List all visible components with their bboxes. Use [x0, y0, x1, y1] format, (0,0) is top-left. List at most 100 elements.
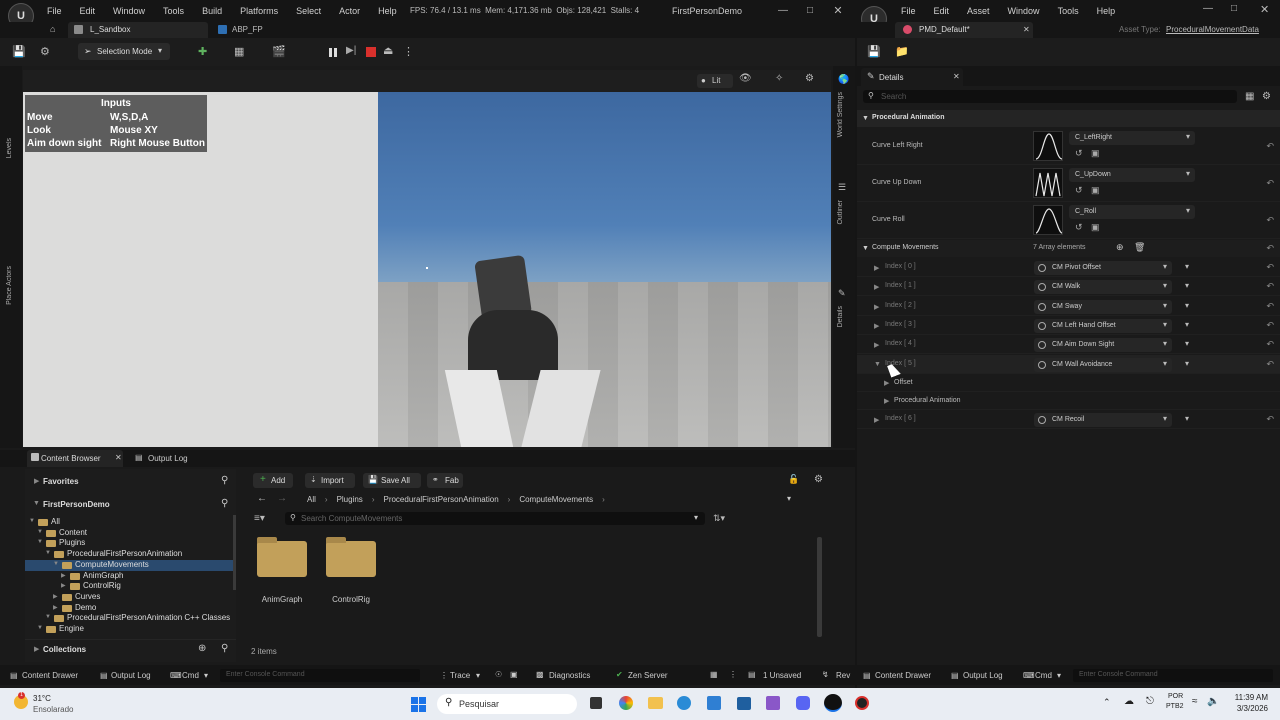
expand-arrow-icon[interactable]: ▼ — [45, 614, 51, 620]
content-drawer-button[interactable]: Content Drawer — [22, 671, 78, 680]
reset-icon[interactable]: ↶ — [1266, 243, 1274, 254]
movement-class-picker[interactable]: CM Left Hand Offset ▾ — [1034, 318, 1172, 333]
expand-arrow-icon[interactable]: ▼ — [37, 625, 43, 631]
trash-icon[interactable]: 🗑 — [1134, 242, 1145, 253]
visual-studio-icon[interactable] — [766, 696, 780, 710]
tree-folder-curves[interactable]: ▶ Curves — [25, 592, 236, 603]
content-search-input[interactable]: ⚲ Search ComputeMovements ▾ — [285, 512, 705, 525]
close-tab-icon[interactable]: ✕ — [115, 453, 122, 462]
settings-icon[interactable]: ⚙ — [1262, 91, 1271, 102]
reset-icon[interactable]: ↶ — [1266, 215, 1274, 226]
app-icon-copilot[interactable] — [619, 696, 633, 710]
breadcrumb-item[interactable]: ProceduralFirstPersonAnimation — [383, 495, 498, 504]
camera-icon[interactable]: ▣ — [510, 670, 518, 679]
zen-server-button[interactable]: Zen Server — [628, 671, 668, 680]
curve-thumbnail[interactable] — [1033, 205, 1063, 235]
tree-folder-proceduralfirstpersonanimation-c-classes[interactable]: ▼ ProceduralFirstPersonAnimation C++ Clas… — [25, 613, 236, 624]
close-tab-icon[interactable]: ✕ — [1023, 25, 1030, 34]
breadcrumb-item[interactable]: All — [307, 495, 316, 504]
expand-arrow-icon[interactable]: ▼ — [29, 518, 35, 524]
unreal-taskbar-icon[interactable] — [824, 694, 842, 712]
lock-icon[interactable]: 🔓 — [788, 474, 799, 485]
console-input[interactable]: Enter Console Command — [1073, 669, 1273, 682]
save-all-button[interactable]: 💾 Save All — [363, 473, 421, 488]
import-button[interactable]: ⇣ Import — [305, 473, 355, 488]
chevron-right-icon[interactable]: ▶ — [874, 341, 879, 349]
expand-arrow-icon[interactable]: ▶ — [61, 582, 66, 589]
forward-icon[interactable]: → — [277, 493, 287, 504]
tree-scrollbar[interactable] — [233, 515, 236, 590]
fab-button[interactable]: ⚭ Fab — [427, 473, 463, 488]
element-options-icon[interactable]: ▾ — [1185, 339, 1189, 348]
menu-platforms[interactable]: Platforms — [240, 6, 278, 16]
clock-time[interactable]: 11:39 AM — [1233, 693, 1268, 702]
add-collection-icon[interactable]: ⊕ — [198, 643, 206, 654]
stop-icon[interactable] — [366, 47, 376, 57]
array-element-0[interactable]: ▶ Index [ 0 ] CM Pivot Offset ▾ ▾ ↶ — [857, 258, 1280, 277]
menu-window[interactable]: Window — [113, 6, 145, 16]
menu-select[interactable]: Select — [296, 6, 321, 16]
more-options-icon[interactable]: ⋮ — [403, 45, 414, 58]
output-log-button[interactable]: Output Log — [111, 671, 151, 680]
tab-details[interactable]: ✎ Details ✕ — [861, 68, 963, 86]
movement-class-picker[interactable]: CM Recoil ▾ — [1034, 412, 1172, 427]
save-icon[interactable]: 💾 — [867, 45, 881, 58]
menu-edit[interactable]: Edit — [80, 6, 96, 16]
curve-thumbnail[interactable] — [1033, 168, 1063, 198]
browse-folder-icon[interactable]: ▣ — [1091, 222, 1100, 233]
array-element-1[interactable]: ▶ Index [ 1 ] CM Walk ▾ ▾ ↶ — [857, 277, 1280, 297]
eject-icon[interactable]: ⏏ — [383, 44, 393, 57]
use-selected-icon[interactable]: ↺ — [1075, 148, 1083, 159]
tree-folder-all[interactable]: ▼ All — [25, 517, 236, 528]
add-actor-icon[interactable]: ✚ — [198, 45, 207, 58]
back-icon[interactable]: ← — [257, 493, 267, 504]
browse-folder-icon[interactable]: ▣ — [1091, 148, 1100, 159]
array-element-4[interactable]: ▶ Index [ 4 ] CM Aim Down Sight ▾ ▾ ↶ — [857, 335, 1280, 355]
menu-help[interactable]: Help — [1097, 6, 1116, 16]
save-icon[interactable]: 💾 — [12, 45, 26, 58]
element-child-row[interactable]: ▶ Procedural Animation — [857, 392, 1280, 410]
close-tab-icon[interactable]: ✕ — [953, 72, 960, 81]
store-icon[interactable] — [737, 697, 751, 710]
movement-class-picker[interactable]: CM Pivot Offset ▾ — [1034, 261, 1172, 275]
expand-arrow-icon[interactable]: ▶ — [53, 593, 58, 600]
tree-folder-computemovements[interactable]: ▼ ComputeMovements — [25, 559, 236, 571]
movement-class-picker[interactable]: CM Sway ▾ — [1034, 299, 1172, 314]
sort-icon[interactable]: ⇅▾ — [713, 513, 725, 524]
output-log-button[interactable]: Output Log — [963, 671, 1003, 680]
details-search-input[interactable]: ⚲ Search — [863, 90, 1237, 103]
element-options-icon[interactable]: ▾ — [1185, 320, 1189, 329]
expand-arrow-icon[interactable]: ▼ — [45, 550, 51, 556]
tab-l-sandbox[interactable]: L_Sandbox — [68, 22, 208, 38]
reset-icon[interactable]: ↶ — [1266, 262, 1274, 273]
use-selected-icon[interactable]: ↺ — [1075, 222, 1083, 233]
tab-output-log[interactable]: ▤ Output Log — [135, 450, 205, 467]
windows-start-icon[interactable] — [411, 697, 426, 712]
browse-icon[interactable]: 📁 — [895, 45, 909, 58]
pause-icon[interactable] — [329, 48, 332, 57]
viewport[interactable]: ● Lit 👁 ✧ ⚙ Inputs Move W,S,D,A Look Mouse … — [23, 70, 831, 447]
menu-asset[interactable]: Asset — [967, 6, 990, 16]
chevron-down-icon[interactable]: ▾ — [787, 494, 791, 503]
unsaved-button[interactable]: 1 Unsaved — [763, 671, 801, 680]
language-primary[interactable]: POR — [1168, 693, 1183, 700]
element-options-icon[interactable]: ▾ — [1185, 359, 1189, 368]
menu-file[interactable]: File — [901, 6, 916, 16]
close-icon[interactable]: ✕ — [1260, 3, 1269, 16]
use-selected-icon[interactable]: ↺ — [1075, 185, 1083, 196]
blueprint-icon[interactable]: ▦ — [234, 45, 244, 58]
menu-actor[interactable]: Actor — [339, 6, 360, 16]
reset-icon[interactable]: ↶ — [1266, 339, 1274, 350]
snap-icon[interactable]: ✧ — [775, 73, 783, 84]
chevron-right-icon[interactable]: ▶ — [874, 416, 879, 424]
project-header[interactable]: ▼ FirstPersonDemo ⚲ — [25, 495, 236, 513]
console-input[interactable]: Enter Console Command — [220, 669, 420, 682]
section-procedural-animation[interactable]: ▼ Procedural Animation — [857, 110, 1280, 127]
movement-class-picker[interactable]: CM Aim Down Sight ▾ — [1034, 338, 1172, 353]
file-explorer-icon[interactable] — [648, 697, 663, 709]
settings-icon[interactable]: ⚙ — [814, 474, 823, 485]
volume-icon[interactable]: 🔈 — [1207, 696, 1219, 707]
table-view-icon[interactable]: ▦ — [1245, 91, 1254, 102]
trace-dropdown[interactable]: Trace — [450, 671, 470, 680]
movement-class-picker[interactable]: CM Walk ▾ — [1034, 280, 1172, 295]
